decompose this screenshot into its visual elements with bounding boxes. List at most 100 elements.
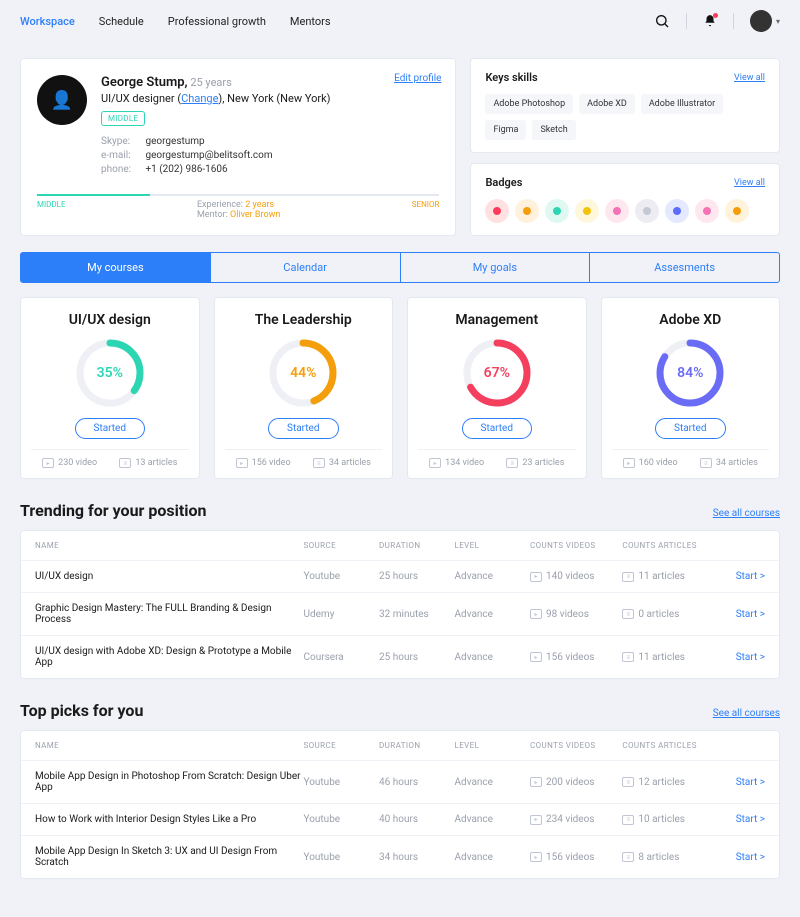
table-row: UI/UX design with Adobe XD: Design & Pro… xyxy=(21,635,779,678)
course-articles: ≡11 articles xyxy=(622,571,714,582)
tab-my-courses[interactable]: My courses xyxy=(20,252,211,283)
nav-professional-growth[interactable]: Professional growth xyxy=(168,15,266,28)
tab-assesments[interactable]: Assesments xyxy=(589,252,780,283)
article-icon: ≡ xyxy=(622,609,634,619)
user-menu[interactable]: ▾ xyxy=(750,10,780,32)
badge-icon[interactable] xyxy=(575,199,599,223)
article-icon: ≡ xyxy=(622,777,634,787)
started-button[interactable]: Started xyxy=(75,418,146,439)
article-count: ≡13 articles xyxy=(119,458,177,468)
trending-see-all[interactable]: See all courses xyxy=(713,508,780,519)
video-icon: ▸ xyxy=(530,652,542,662)
course-duration: 25 hours xyxy=(379,652,455,663)
course-duration: 25 hours xyxy=(379,571,455,582)
course-source: Udemy xyxy=(304,609,380,620)
tab-calendar[interactable]: Calendar xyxy=(210,252,401,283)
start-link[interactable]: Start > xyxy=(715,652,765,663)
badge-icon[interactable] xyxy=(635,199,659,223)
picks-title: Top picks for you xyxy=(20,701,143,720)
table-row: Graphic Design Mastery: The FULL Brandin… xyxy=(21,592,779,635)
course-articles: ≡0 articles xyxy=(622,609,714,620)
course-card: UI/UX design 35% Started ▸230 video ≡13 arti… xyxy=(20,297,200,479)
progress-ring: 35% xyxy=(75,338,145,408)
started-button[interactable]: Started xyxy=(462,418,533,439)
video-icon: ▸ xyxy=(530,815,542,825)
start-link[interactable]: Start > xyxy=(715,609,765,620)
video-icon: ▸ xyxy=(530,852,542,862)
nav-schedule[interactable]: Schedule xyxy=(99,15,144,28)
course-card: Adobe XD84%Started▸160 video≡34 articles xyxy=(601,297,781,479)
article-icon: ≡ xyxy=(622,572,634,582)
skills-view-all[interactable]: View all xyxy=(734,73,765,83)
start-link[interactable]: Start > xyxy=(715,777,765,788)
course-articles: ≡8 articles xyxy=(622,852,714,863)
badge-icon[interactable] xyxy=(485,199,509,223)
course-name: Graphic Design Mastery: The FULL Brandin… xyxy=(35,603,304,625)
course-source: Youtube xyxy=(304,814,380,825)
tab-my-goals[interactable]: My goals xyxy=(400,252,591,283)
level-badge: MIDDLE xyxy=(101,111,145,126)
skill-chip[interactable]: Sketch xyxy=(532,120,575,140)
main-nav: Workspace Schedule Professional growth Ment… xyxy=(20,15,331,28)
profile-age: 25 years xyxy=(190,76,231,89)
video-count: ▸160 video xyxy=(623,458,678,468)
table-row: Mobile App Design In Sketch 3: UX and UI… xyxy=(21,835,779,878)
start-link[interactable]: Start > xyxy=(715,852,765,863)
badge-icon[interactable] xyxy=(515,199,539,223)
video-count: ▸230 video xyxy=(42,458,97,468)
skill-chip[interactable]: Adobe Photoshop xyxy=(485,94,573,114)
started-button[interactable]: Started xyxy=(655,418,726,439)
course-level: Advance xyxy=(455,652,531,663)
course-duration: 32 minutes xyxy=(379,609,455,620)
course-articles: ≡11 articles xyxy=(622,652,714,663)
course-videos: ▸140 videos xyxy=(530,571,622,582)
skill-chip[interactable]: Adobe Illustrator xyxy=(641,94,723,114)
article-icon: ≡ xyxy=(700,458,712,468)
course-level: Advance xyxy=(455,814,531,825)
level-progress xyxy=(37,194,439,196)
progress-ring: 84% xyxy=(655,338,725,408)
skill-chip[interactable]: Figma xyxy=(485,120,526,140)
badges-view-all[interactable]: View all xyxy=(734,178,765,188)
course-name: Mobile App Design In Sketch 3: UX and UI… xyxy=(35,846,304,868)
article-icon: ≡ xyxy=(313,458,325,468)
course-level: Advance xyxy=(455,852,531,863)
profile-role: UI/UX designer (Change), New York (New Y… xyxy=(101,92,330,105)
course-card: Management67%Started▸134 video≡23 articl… xyxy=(407,297,587,479)
course-title: UI/UX design xyxy=(31,312,189,328)
table-row: UI/UX designYoutube25 hoursAdvance▸140 v… xyxy=(21,560,779,592)
article-count: ≡34 articles xyxy=(700,458,758,468)
badge-icon[interactable] xyxy=(695,199,719,223)
started-button[interactable]: Started xyxy=(268,418,339,439)
edit-profile-link[interactable]: Edit profile xyxy=(394,73,441,84)
nav-mentors[interactable]: Mentors xyxy=(290,15,331,28)
badge-icon[interactable] xyxy=(545,199,569,223)
change-role-link[interactable]: Change xyxy=(181,92,218,105)
course-articles: ≡10 articles xyxy=(622,814,714,825)
bell-icon[interactable] xyxy=(703,14,717,28)
article-icon: ≡ xyxy=(119,458,131,468)
table-row: How to Work with Interior Design Styles … xyxy=(21,803,779,835)
profile-avatar: 👤 xyxy=(37,75,87,125)
badge-icon[interactable] xyxy=(605,199,629,223)
badge-icon[interactable] xyxy=(725,199,749,223)
course-source: Youtube xyxy=(304,571,380,582)
search-icon[interactable] xyxy=(654,13,670,29)
skills-title: Keys skills xyxy=(485,71,537,84)
nav-workspace[interactable]: Workspace xyxy=(20,15,75,28)
course-source: Youtube xyxy=(304,852,380,863)
progress-ring: 67% xyxy=(462,338,532,408)
start-link[interactable]: Start > xyxy=(715,571,765,582)
video-count: ▸134 video xyxy=(429,458,484,468)
course-videos: ▸156 videos xyxy=(530,652,622,663)
picks-see-all[interactable]: See all courses xyxy=(713,708,780,719)
course-videos: ▸200 videos xyxy=(530,777,622,788)
skill-chip[interactable]: Adobe XD xyxy=(579,94,635,114)
course-level: Advance xyxy=(455,609,531,620)
course-source: Coursera xyxy=(304,652,380,663)
article-count: ≡23 articles xyxy=(506,458,564,468)
article-icon: ≡ xyxy=(506,458,518,468)
start-link[interactable]: Start > xyxy=(715,814,765,825)
video-icon: ▸ xyxy=(236,458,248,468)
badge-icon[interactable] xyxy=(665,199,689,223)
